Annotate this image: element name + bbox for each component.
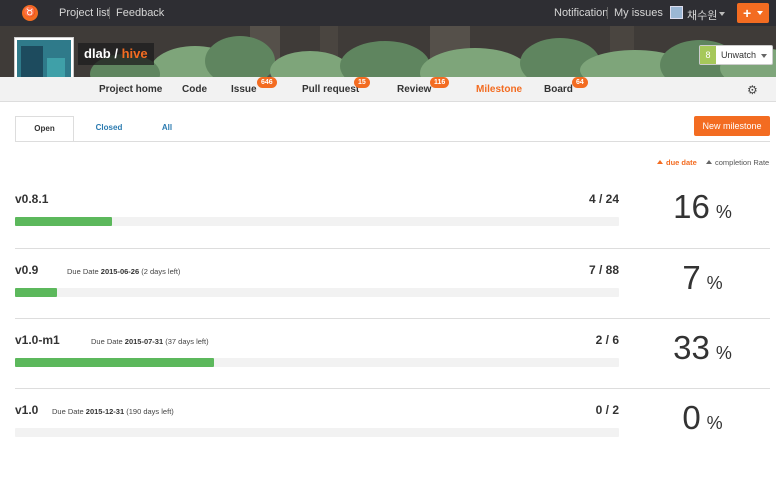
nav-code[interactable]: Code	[182, 84, 207, 95]
due-date-value: 2015-06-26	[100, 267, 140, 276]
nav-label: Project home	[99, 84, 163, 95]
nav-milestone[interactable]: Milestone	[476, 84, 522, 95]
top-separator	[109, 7, 110, 19]
milestone-issue-count: 2 / 6	[595, 333, 619, 347]
due-date-value: 2015-12-31	[85, 407, 125, 416]
milestone-due-date: Due Date 2015-06-26 (2 days left)	[67, 267, 180, 276]
review-count-badge: 116	[430, 77, 450, 88]
sort-completion-rate[interactable]: completion Rate	[706, 158, 769, 167]
gear-icon[interactable]: ⚙	[747, 84, 759, 96]
project-nav: Project home Code Issue 646 Pull request 1…	[0, 77, 776, 102]
milestone-issue-count: 4 / 24	[588, 192, 619, 206]
milestone-issue-count: 0 / 2	[595, 403, 619, 417]
milestone-title[interactable]: v0.9	[15, 263, 38, 277]
nav-label: Board	[544, 84, 573, 95]
sort-arrow-icon	[657, 160, 663, 164]
create-menu-button[interactable]: +	[737, 3, 769, 23]
milestone-title[interactable]: v0.8.1	[15, 192, 48, 206]
milestone-progress-fill	[15, 358, 215, 367]
percent-sign: %	[715, 343, 732, 363]
tab-all[interactable]: All	[152, 116, 182, 142]
new-milestone-button[interactable]: New milestone	[694, 116, 770, 136]
user-name-link[interactable]: 채수원	[687, 7, 717, 23]
yobi-logo-icon[interactable]: ♉	[22, 5, 38, 21]
project-title: dlab / hive	[78, 43, 154, 65]
due-date-value: 2015-07-31	[124, 337, 164, 346]
project-name-link[interactable]: hive	[122, 46, 148, 61]
issue-count-badge: 646	[257, 77, 277, 88]
completion-percent: 7	[682, 259, 701, 296]
watch-count: 8	[700, 46, 716, 64]
milestone-completion: 16%	[635, 188, 770, 226]
nav-label: Issue	[231, 84, 257, 95]
nav-review[interactable]: Review 116	[397, 77, 450, 95]
milestone-progress-bar	[15, 358, 619, 367]
tab-divider	[15, 141, 770, 142]
milestone-completion: 0%	[635, 399, 770, 437]
days-left: (190 days left)	[126, 407, 174, 416]
top-separator	[607, 7, 608, 19]
watch-label: Unwatch	[721, 50, 757, 60]
percent-sign: %	[715, 202, 732, 222]
nav-project-home[interactable]: Project home	[99, 84, 162, 95]
my-issues-link[interactable]: My issues	[614, 7, 663, 19]
milestone-completion: 7%	[635, 259, 770, 297]
milestone-due-date: Due Date 2015-07-31 (37 days left)	[91, 337, 209, 346]
milestone-progress-fill	[15, 217, 112, 226]
completion-percent: 16	[673, 188, 710, 225]
milestone-issue-count: 7 / 88	[588, 263, 619, 277]
milestone-title[interactable]: v1.0-m1	[15, 333, 60, 347]
nav-label: Code	[182, 84, 207, 95]
chevron-down-icon	[757, 11, 763, 15]
due-label: Due Date	[67, 267, 99, 276]
days-left: (2 days left)	[141, 267, 181, 276]
notification-link[interactable]: Notification	[554, 7, 608, 19]
nav-label: Milestone	[476, 84, 523, 95]
user-avatar[interactable]	[670, 6, 683, 19]
completion-percent: 0	[682, 399, 701, 436]
days-left: (37 days left)	[165, 337, 209, 346]
due-label: Due Date	[52, 407, 84, 416]
sort-arrow-icon	[706, 160, 712, 164]
tab-closed[interactable]: Closed	[88, 116, 130, 142]
nav-pull-request[interactable]: Pull request 15	[302, 77, 370, 95]
milestone-completion: 33%	[635, 329, 770, 367]
milestone-due-date: Due Date 2015-12-31 (190 days left)	[52, 407, 174, 416]
completion-percent: 33	[673, 329, 710, 366]
project-separator: /	[114, 46, 118, 61]
top-bar: ♉ Project list Feedback Notification My …	[0, 0, 776, 26]
milestone-progress-bar	[15, 217, 619, 226]
milestone-row: v0.9 Due Date 2015-06-26 (2 days left) 7…	[15, 248, 770, 318]
sort-due-date[interactable]: due date	[657, 158, 697, 167]
percent-sign: %	[706, 273, 723, 293]
chevron-down-icon	[761, 54, 768, 58]
tab-open[interactable]: Open	[15, 116, 74, 142]
milestone-row: v1.0 Due Date 2015-12-31 (190 days left)…	[15, 388, 770, 458]
milestone-row: v1.0-m1 Due Date 2015-07-31 (37 days lef…	[15, 318, 770, 388]
sort-label: due date	[666, 158, 697, 167]
sort-label: completion Rate	[715, 158, 770, 167]
plus-icon: +	[743, 5, 752, 21]
percent-sign: %	[706, 413, 723, 433]
user-menu-chevron-down-icon[interactable]	[719, 12, 725, 16]
due-label: Due Date	[91, 337, 123, 346]
board-count-badge: 64	[572, 77, 588, 88]
milestone-progress-bar	[15, 288, 619, 297]
project-owner-link[interactable]: dlab	[84, 46, 111, 61]
nav-issue[interactable]: Issue 646	[231, 77, 277, 95]
nav-board[interactable]: Board 64	[544, 77, 588, 95]
project-list-link[interactable]: Project list	[59, 7, 110, 19]
milestone-progress-fill	[15, 288, 58, 297]
pull-request-count-badge: 15	[354, 77, 370, 88]
milestone-row: v0.8.1 4 / 24 16%	[15, 178, 770, 248]
milestone-title[interactable]: v1.0	[15, 403, 38, 417]
feedback-link[interactable]: Feedback	[116, 7, 164, 19]
unwatch-button[interactable]: 8 Unwatch	[699, 45, 774, 65]
nav-label: Pull request	[302, 84, 360, 95]
nav-label: Review	[397, 84, 432, 95]
milestone-progress-bar	[15, 428, 619, 437]
